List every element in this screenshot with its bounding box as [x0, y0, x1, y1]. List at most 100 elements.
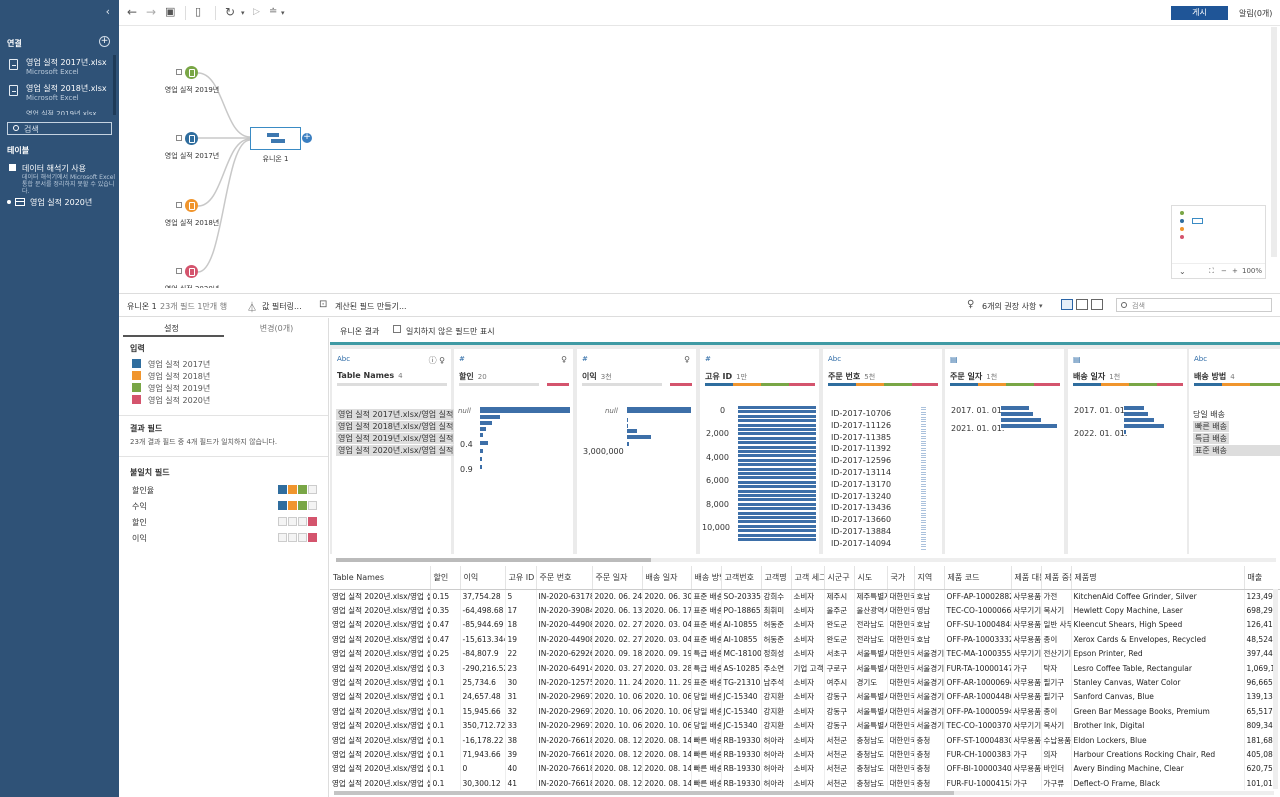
histogram-bar[interactable] [1124, 412, 1148, 416]
table-cell[interactable]: 전산기기 [1041, 646, 1072, 661]
table-cell[interactable]: 충청 [914, 732, 945, 748]
table-cell[interactable]: 0.1 [430, 718, 461, 733]
table-cell[interactable]: 0 [460, 761, 506, 777]
table-cell[interactable]: IN-2020-29697 [536, 718, 593, 733]
value-item[interactable]: ID-2017-13240 [831, 492, 891, 501]
histogram-bar[interactable] [738, 441, 816, 445]
histogram-bar[interactable] [480, 407, 570, 413]
table-cell[interactable]: 당일 배송 [691, 689, 722, 705]
table-cell[interactable]: 서울경기 [914, 689, 945, 705]
table-cell[interactable]: 사무용품 [1011, 704, 1042, 719]
mismatch-field-row[interactable]: 이익 [132, 532, 322, 544]
grid-horizontal-scrollbar[interactable] [334, 791, 1274, 795]
table-cell[interactable]: 서울경기 [914, 675, 945, 690]
histogram-bar[interactable] [1001, 418, 1041, 422]
table-cell[interactable]: 남주석 [761, 675, 792, 690]
sidebar-scrollbar[interactable] [113, 55, 116, 115]
table-cell[interactable]: 사무용품 [1011, 589, 1042, 604]
profile-card-table-names[interactable]: Abc ⓘ ♀ Table Names 4 영업 실적 2017년.xlsx/영업… [332, 349, 456, 554]
table-cell[interactable]: 사무기기 [1011, 603, 1042, 618]
table-cell[interactable]: 특급 배송 [691, 660, 722, 676]
table-cell[interactable]: 영업 실적 2020년.xlsx/영업 실적 [330, 603, 431, 618]
column-header[interactable]: 시군구 [824, 566, 855, 590]
value-item[interactable]: ID-2017-13660 [831, 515, 891, 524]
table-row[interactable]: 영업 실적 2020년.xlsx/영업 실적 0.1 24,657.48 31 IN-2… [330, 689, 1280, 705]
table-cell[interactable]: 30,300.12 [460, 776, 506, 791]
table-cell[interactable]: 0.25 [430, 646, 461, 661]
table-cell[interactable]: AI-10855 [721, 617, 762, 633]
table-cell[interactable]: 2020. 03. 28. [642, 660, 692, 676]
table-cell[interactable]: 영업 실적 2020년.xlsx/영업 실적 [330, 776, 431, 791]
lightbulb-icon[interactable]: ♀ [684, 355, 690, 364]
table-cell[interactable]: RB-19330 [721, 747, 762, 762]
table-cell[interactable]: 사무용품 [1011, 632, 1042, 647]
mismatch-field-row[interactable]: 할인율 [132, 484, 322, 496]
table-cell[interactable]: 38 [505, 732, 537, 748]
table-cell[interactable]: 0.47 [430, 617, 461, 633]
table-cell[interactable]: 사무용품 [1011, 617, 1042, 633]
histogram-bar[interactable] [738, 436, 816, 440]
table-row[interactable]: 영업 실적 2020년.xlsx/영업 실적 0.47 -85,944.69 18 IN… [330, 617, 1280, 633]
table-cell[interactable]: 2020. 08. 14. [642, 732, 692, 748]
column-header[interactable]: 제품 대분 [1011, 566, 1042, 590]
table-cell[interactable]: 영업 실적 2020년.xlsx/영업 실적 [330, 761, 431, 777]
value-item[interactable]: ID-2017-11392 [831, 444, 891, 453]
table-cell[interactable]: 강동구 [824, 718, 855, 733]
table-cell[interactable]: 0.1 [430, 747, 461, 762]
table-cell[interactable]: 소비자 [791, 675, 825, 690]
histogram-bar[interactable] [480, 441, 488, 445]
table-cell[interactable]: 바인더 [1041, 761, 1072, 777]
table-cell[interactable]: 서울특별시 [854, 704, 888, 719]
table-cell[interactable]: 울주군 [824, 603, 855, 618]
table-cell[interactable]: 가구류 [1041, 776, 1072, 791]
table-cell[interactable]: 71,943.66 [460, 747, 506, 762]
value-item[interactable]: 영업 실적 2018년.xlsx/영업 실적 [336, 421, 456, 432]
histogram-bar[interactable] [1124, 430, 1126, 434]
save-icon[interactable]: ▣ [165, 5, 175, 18]
table-cell[interactable]: Lesro Coffee Table, Rectangular [1071, 660, 1245, 676]
table-cell[interactable]: 5 [505, 589, 537, 604]
histogram-bar[interactable] [480, 421, 492, 425]
table-cell[interactable]: 전라남도 [854, 617, 888, 633]
table-cell[interactable]: 2020. 09. 19. [642, 646, 692, 661]
column-header[interactable]: 배송 방법 [691, 566, 722, 590]
table-cell[interactable]: 22 [505, 646, 537, 661]
table-cell[interactable]: 0.1 [430, 704, 461, 719]
table-cell[interactable]: IN-2020-76618 [536, 732, 593, 748]
grid-vertical-scrollbar[interactable] [1273, 589, 1278, 789]
table-cell[interactable]: 33 [505, 718, 537, 733]
table-cell[interactable]: Avery Binding Machine, Clear [1071, 761, 1245, 777]
table-cell[interactable]: 서울특별시 [854, 718, 888, 733]
table-cell[interactable]: 대한민국 [887, 732, 915, 748]
table-cell[interactable]: 소비자 [791, 704, 825, 719]
histogram-bar[interactable] [1001, 412, 1033, 416]
table-cell[interactable]: 제주시 [824, 589, 855, 604]
histogram-bar[interactable] [1001, 424, 1057, 428]
table-cell[interactable]: Sanford Canvas, Blue [1071, 689, 1245, 705]
table-cell[interactable]: 가구 [1011, 747, 1042, 762]
table-cell[interactable]: JC-15340 [721, 704, 762, 719]
table-cell[interactable]: OFF-BI-10000340 [944, 761, 1012, 777]
column-header[interactable]: 할인 [430, 566, 461, 590]
histogram-bar[interactable] [738, 458, 816, 462]
histogram-bar[interactable] [627, 418, 628, 422]
table-cell[interactable]: -85,944.69 [460, 617, 506, 633]
histogram-bar[interactable] [627, 442, 629, 446]
list-view-button[interactable] [1091, 299, 1103, 310]
column-header[interactable]: 시도 [854, 566, 888, 590]
value-item[interactable]: ID-2017-13114 [831, 468, 891, 477]
table-cell[interactable]: 복사기 [1041, 603, 1072, 618]
table-cell[interactable]: 충청남도 [854, 747, 888, 762]
table-cell[interactable]: 영업 실적 2020년.xlsx/영업 실적 [330, 747, 431, 762]
minimap[interactable]: ⌄ ⛶ − + 100% [1171, 205, 1266, 279]
table-cell[interactable]: 소비자 [791, 589, 825, 604]
profile-view-button[interactable] [1061, 299, 1073, 310]
table-cell[interactable]: OFF-ST-10004830 [944, 732, 1012, 748]
table-cell[interactable]: 2020. 08. 14. [642, 776, 692, 791]
histogram-bar[interactable] [738, 423, 816, 427]
table-cell[interactable]: 0.35 [430, 603, 461, 618]
column-header[interactable]: 제품 중분 [1041, 566, 1072, 590]
table-cell[interactable]: 영남 [914, 603, 945, 618]
histogram-bar[interactable] [738, 498, 816, 502]
table-cell[interactable]: 강희수 [761, 589, 792, 604]
